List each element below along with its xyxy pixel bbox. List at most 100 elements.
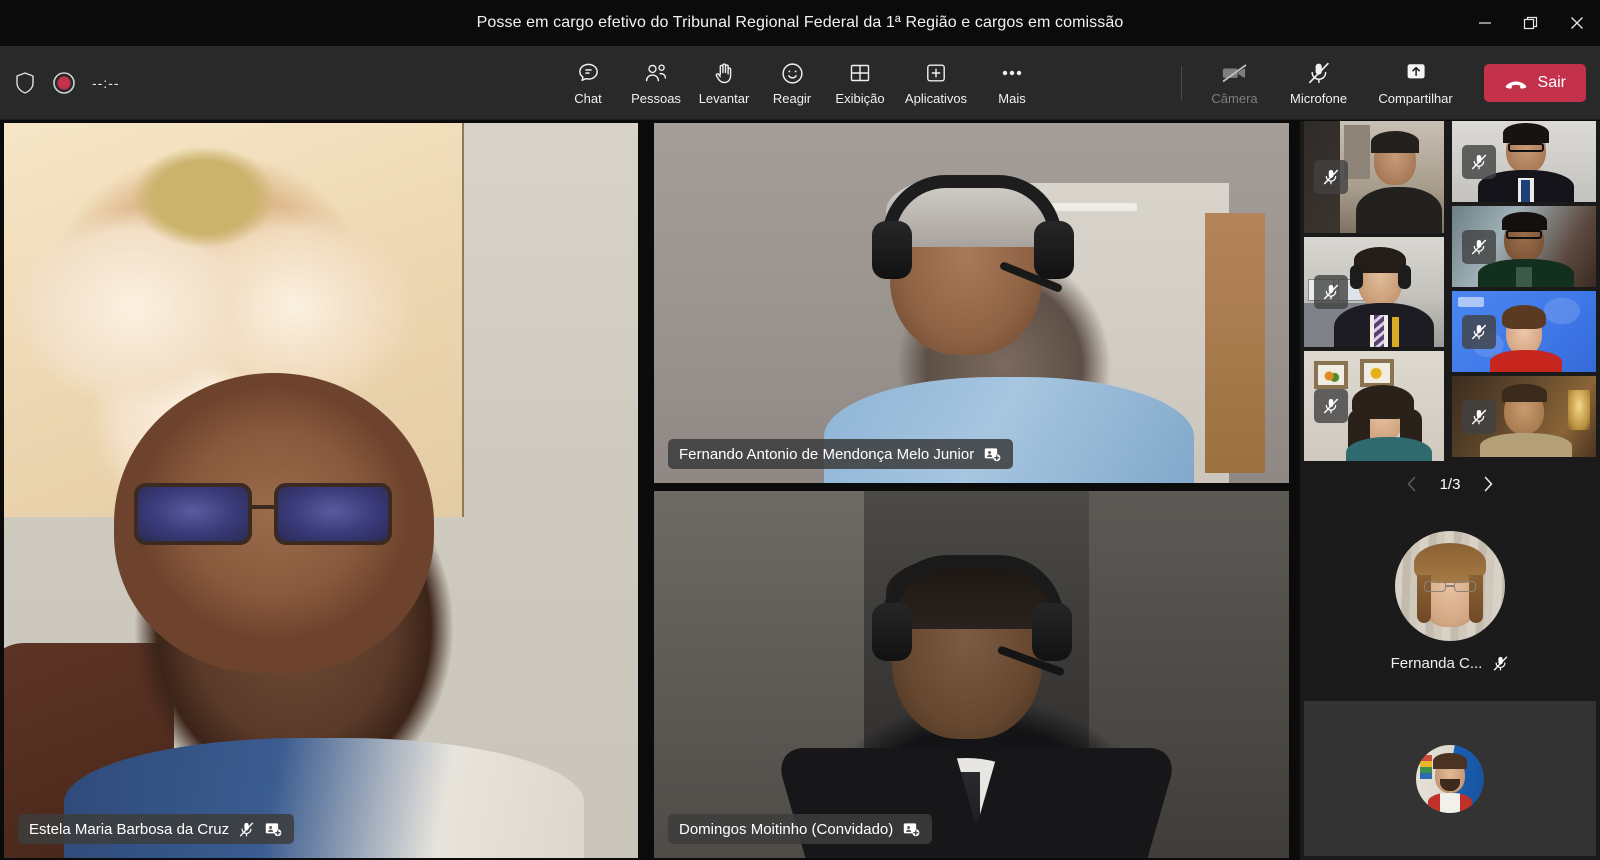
participant-name: Fernanda C... xyxy=(1390,655,1483,672)
more-button[interactable]: Mais xyxy=(978,52,1046,114)
people-icon xyxy=(643,60,669,86)
pin-video-icon[interactable] xyxy=(983,446,1002,463)
pin-video-icon[interactable] xyxy=(902,821,921,838)
headset-earcup-right xyxy=(1032,603,1072,661)
leave-label: Sair xyxy=(1537,74,1566,91)
glasses-right-lens xyxy=(274,483,392,545)
person-hair xyxy=(1502,384,1547,402)
virtual-background-logo xyxy=(1458,297,1484,307)
name-badge-domingos: Domingos Moitinho (Convidado) xyxy=(668,814,933,844)
maximize-button[interactable] xyxy=(1508,0,1554,46)
avatar xyxy=(1416,744,1484,813)
mic-off-badge xyxy=(1462,229,1496,264)
video-feed-domingos xyxy=(654,491,1289,858)
mic-off-badge xyxy=(1462,314,1496,349)
thumbnail-pager: 1/3 xyxy=(1300,465,1600,503)
thumbnail-tile[interactable] xyxy=(1452,121,1596,202)
mic-off-badge xyxy=(1462,144,1496,179)
mic-off-icon xyxy=(1471,238,1487,255)
title-bar: Posse em cargo efetivo do Tribunal Regio… xyxy=(0,0,1600,46)
apps-button[interactable]: Aplicativos xyxy=(894,52,978,114)
rail-divider xyxy=(1289,121,1300,860)
mic-off-icon xyxy=(1306,60,1332,86)
minimize-icon xyxy=(1479,22,1491,24)
close-button[interactable] xyxy=(1554,0,1600,46)
camera-label: Câmera xyxy=(1211,91,1258,106)
view-label: Exibição xyxy=(835,91,885,106)
close-icon xyxy=(1571,17,1583,29)
video-feed-estela xyxy=(4,123,638,858)
emoji-icon xyxy=(780,60,805,86)
raise-hand-button[interactable]: Levantar xyxy=(690,52,758,114)
person-hair xyxy=(1502,305,1546,329)
video-tile-fernando[interactable]: Fernando Antonio de Mendonça Melo Junior xyxy=(654,123,1289,483)
pager-prev-button[interactable] xyxy=(1404,475,1420,493)
share-screen-icon xyxy=(1403,60,1429,86)
video-feed-fernando xyxy=(654,123,1289,483)
pin-video-icon[interactable] xyxy=(264,821,283,838)
person-hair xyxy=(1503,123,1549,143)
thumbnail-column-left xyxy=(1304,121,1444,461)
name-badge-estela: Estela Maria Barbosa da Cruz xyxy=(18,814,295,844)
person-hair xyxy=(1502,212,1547,230)
participant-rail: 1/3 Fernanda C... xyxy=(1300,121,1600,860)
chevron-left-icon xyxy=(1407,476,1415,492)
mic-off-icon xyxy=(1323,398,1339,414)
person-clothing xyxy=(1346,437,1432,461)
mic-off-icon xyxy=(1493,656,1508,671)
microphone-button[interactable]: Microfone xyxy=(1276,52,1362,114)
participant-name: Domingos Moitinho (Convidado) xyxy=(679,820,894,838)
thumbnail-tile[interactable] xyxy=(1304,121,1444,233)
toolbar-divider xyxy=(1180,66,1182,100)
person-hair xyxy=(1371,131,1419,153)
mic-off-icon xyxy=(1471,323,1487,340)
glasses-bridge xyxy=(252,505,274,509)
more-ellipsis-icon xyxy=(999,60,1025,86)
mic-off-icon xyxy=(239,821,254,837)
participant-name: Fernando Antonio de Mendonça Melo Junior xyxy=(679,445,975,463)
eyeglasses xyxy=(1508,143,1544,152)
mic-off-icon xyxy=(1323,169,1339,185)
headset-earcup-right xyxy=(1398,265,1411,289)
microphone-label: Microfone xyxy=(1290,91,1348,106)
participant-name: Estela Maria Barbosa da Cruz xyxy=(29,820,230,838)
thumbnail-tile[interactable] xyxy=(1304,351,1444,461)
react-button[interactable]: Reagir xyxy=(758,52,826,114)
thumbnail-tile[interactable] xyxy=(1304,237,1444,347)
headset-earcup-left xyxy=(1350,265,1363,289)
thumbnail-tile[interactable] xyxy=(1452,376,1596,457)
pager-label: 1/3 xyxy=(1439,475,1461,493)
chevron-right-icon xyxy=(1485,476,1493,492)
thumbnail-tile[interactable] xyxy=(1452,291,1596,372)
mic-off-icon xyxy=(1471,408,1487,425)
hangup-icon xyxy=(1505,81,1526,89)
raise-hand-icon xyxy=(712,60,736,86)
meeting-toolbar: --:-- Chat Pessoas Levantar Reagir Exibi… xyxy=(0,46,1600,120)
mic-off-badge xyxy=(1462,399,1496,434)
mic-off-icon xyxy=(1323,284,1339,300)
share-button[interactable]: Compartilhar xyxy=(1364,52,1468,114)
eyeglasses-right xyxy=(1454,581,1476,592)
react-label: Reagir xyxy=(772,91,812,106)
page-title: Posse em cargo efetivo do Tribunal Regio… xyxy=(476,14,1124,31)
thumbnail-tile[interactable] xyxy=(1452,206,1596,287)
chat-button[interactable]: Chat xyxy=(554,52,622,114)
restore-icon xyxy=(1523,16,1538,30)
coat-rack xyxy=(1205,213,1265,473)
mic-off-icon xyxy=(1471,153,1487,170)
mic-off-badge xyxy=(1314,389,1348,423)
minimize-button[interactable] xyxy=(1462,0,1508,46)
leave-button[interactable]: Sair xyxy=(1483,64,1586,102)
pager-next-button[interactable] xyxy=(1480,475,1496,493)
people-button[interactable]: Pessoas xyxy=(622,52,690,114)
thumbnail-column-right xyxy=(1452,121,1596,457)
self-view-tile[interactable] xyxy=(1304,701,1596,856)
name-badge-fernando: Fernando Antonio de Mendonça Melo Junior xyxy=(668,439,1014,469)
apps-label: Aplicativos xyxy=(904,91,968,106)
video-tile-domingos[interactable]: Domingos Moitinho (Convidado) xyxy=(654,491,1289,858)
view-button[interactable]: Exibição xyxy=(826,52,894,114)
video-tile-estela[interactable]: Estela Maria Barbosa da Cruz xyxy=(4,123,638,858)
participant-tile-fernanda[interactable]: Fernanda C... xyxy=(1304,509,1596,694)
camera-button[interactable]: Câmera xyxy=(1196,52,1274,114)
people-label: Pessoas xyxy=(631,91,681,106)
